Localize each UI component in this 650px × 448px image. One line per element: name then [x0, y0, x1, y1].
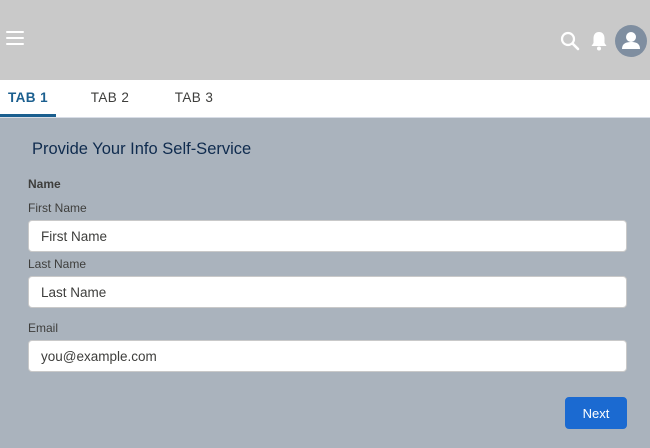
first-name-label: First Name — [28, 201, 87, 215]
tab-1[interactable]: TAB 1 — [0, 80, 56, 117]
email-input[interactable] — [28, 340, 627, 372]
email-label: Email — [28, 321, 59, 335]
form-title: Provide Your Info Self-Service — [32, 140, 252, 158]
last-name-label: Last Name — [28, 257, 87, 271]
bell-icon[interactable] — [589, 30, 609, 52]
tab-bar: TAB 1 TAB 2 TAB 3 — [0, 80, 650, 118]
user-icon — [622, 32, 640, 49]
search-icon[interactable] — [560, 31, 580, 51]
tab-3[interactable]: TAB 3 — [168, 80, 220, 117]
section-label-name: Name — [28, 177, 61, 191]
hamburger-icon[interactable] — [6, 31, 24, 47]
avatar[interactable] — [615, 25, 647, 57]
first-name-input[interactable] — [28, 220, 627, 252]
next-button[interactable]: Next — [565, 397, 627, 429]
tab-2[interactable]: TAB 2 — [84, 80, 136, 117]
last-name-input[interactable] — [28, 276, 627, 308]
top-header — [0, 0, 650, 80]
